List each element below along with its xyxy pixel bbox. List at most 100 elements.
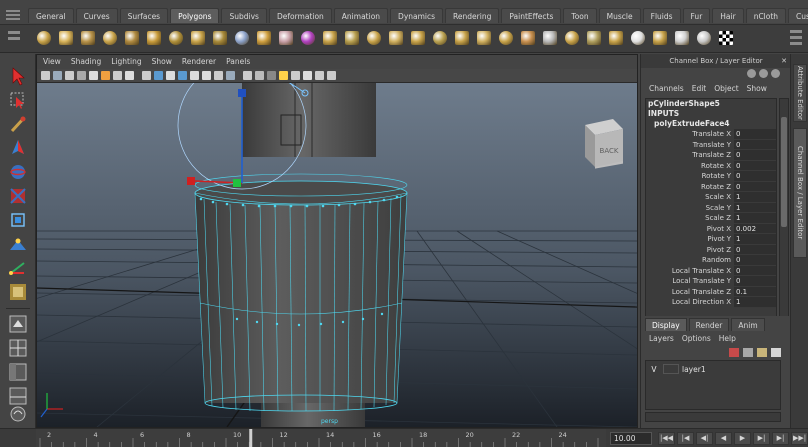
grease-pencil-icon[interactable]	[101, 71, 110, 80]
channel-value-field[interactable]: 0	[734, 160, 776, 171]
cone-icon[interactable]	[100, 28, 120, 48]
separate-icon[interactable]	[254, 28, 274, 48]
average-vertices-icon[interactable]	[342, 28, 362, 48]
channel-row[interactable]: Local Translate Z 0.1	[646, 286, 776, 298]
step-back-key-button[interactable]: |◀	[677, 432, 694, 445]
channel-value-field[interactable]: 1	[734, 297, 776, 308]
channel-label[interactable]: Local Translate Z	[646, 287, 734, 298]
channel-row[interactable]: Rotate Y0	[646, 171, 776, 182]
single-perspective-layout-icon[interactable]	[8, 314, 28, 334]
channel-row[interactable]: Local Translate Y0	[646, 276, 776, 287]
offset-edge-loop-icon[interactable]	[584, 28, 604, 48]
boolean-icon[interactable]	[320, 28, 340, 48]
panel-menu-show[interactable]: Show	[152, 55, 172, 69]
shelf-grip-icon[interactable]	[6, 8, 20, 22]
safe-action-icon[interactable]	[178, 71, 187, 80]
channel-label[interactable]: Pivot Y	[646, 234, 734, 245]
channel-row[interactable]: Translate Z0	[646, 150, 776, 161]
time-ruler[interactable]: 2 4 6 8 10 12 14 16 18 20 22 24	[36, 429, 606, 447]
channel-label[interactable]: Rotate X	[646, 161, 734, 172]
shelf-tab-dynamics[interactable]: Dynamics	[390, 8, 444, 23]
layer-tab-anim[interactable]: Anim	[731, 318, 765, 331]
shelf-tab-polygons[interactable]: Polygons	[170, 8, 220, 23]
view-cube[interactable]: BACK	[585, 119, 623, 169]
extract-icon[interactable]	[276, 28, 296, 48]
layer-move-down-icon[interactable]	[743, 348, 753, 357]
channel-row[interactable]: Pivot Z0	[646, 244, 776, 256]
panel-menu-panels[interactable]: Panels	[226, 55, 250, 69]
isolate-select-icon[interactable]	[291, 71, 300, 80]
cylinder-icon[interactable]	[78, 28, 98, 48]
shelf-options-icon[interactable]	[8, 31, 20, 47]
channel-value-field[interactable]: 1	[734, 234, 776, 245]
layer-row[interactable]: Vlayer1	[648, 363, 778, 375]
show-manipulator-icon[interactable]	[8, 258, 28, 278]
channel-row[interactable]: Random 0	[646, 255, 776, 266]
play-forward-button[interactable]: ▶	[734, 432, 751, 445]
image-plane-icon[interactable]	[77, 71, 86, 80]
channel-value-field[interactable]: 0	[734, 129, 776, 140]
smooth-icon[interactable]	[298, 28, 318, 48]
channel-label[interactable]: Rotate Y	[646, 171, 734, 182]
settings-icon[interactable]	[759, 69, 768, 78]
channel-menu-edit[interactable]: Edit	[692, 84, 707, 93]
channel-row[interactable]: Translate X0	[646, 129, 776, 140]
plane-icon[interactable]	[122, 28, 142, 48]
shelf-tab-fluids[interactable]: Fluids	[642, 8, 681, 23]
camera-attributes-icon[interactable]	[53, 71, 62, 80]
shelf-tab-deformation[interactable]: Deformation	[268, 8, 332, 23]
shelf-tab-custom[interactable]: Custom	[788, 8, 808, 23]
insert-edge-loop-icon[interactable]	[562, 28, 582, 48]
combine-icon[interactable]	[232, 28, 252, 48]
universal-manipulator-icon[interactable]	[8, 210, 28, 230]
last-used-tool-icon[interactable]	[8, 282, 28, 302]
shadows-icon[interactable]	[267, 71, 276, 80]
close-icon[interactable]: ✕	[781, 54, 787, 68]
channel-value-field[interactable]: 0	[734, 276, 776, 287]
new-layer-selected-icon[interactable]	[771, 348, 781, 357]
channel-box-tab[interactable]: Channel Box / Layer Editor	[793, 128, 807, 258]
soften-edge-icon[interactable]	[628, 28, 648, 48]
extrude-icon[interactable]	[452, 28, 472, 48]
time-slider[interactable]: 2 4 6 8 10 12 14 16 18 20 22 24 10.00 |◀◀ |◀ ◀| ◀ ▶ ▶| ▶|…	[0, 428, 808, 447]
channel-label[interactable]: Pivot Z	[646, 245, 734, 256]
channel-label[interactable]: Local Translate X	[646, 266, 734, 277]
textured-icon[interactable]	[243, 71, 252, 80]
channel-row[interactable]: Rotate Z0	[646, 181, 776, 193]
channel-value-field[interactable]: 0	[734, 171, 776, 182]
shelf-tab-ncloth[interactable]: nCloth	[745, 8, 787, 23]
channel-label[interactable]: Pivot X	[646, 224, 734, 235]
history-node-name[interactable]: polyExtrudeFace4	[646, 119, 776, 129]
shelf-tab-curves[interactable]: Curves	[75, 8, 118, 23]
current-time-field[interactable]: 10.00	[610, 432, 652, 445]
channel-row[interactable]: Scale Z1	[646, 213, 776, 224]
resolution-gate-icon[interactable]	[142, 71, 151, 80]
split-polygon-icon[interactable]	[540, 28, 560, 48]
append-polygon-icon[interactable]	[496, 28, 516, 48]
persp-outliner-layout-icon[interactable]	[8, 362, 28, 382]
shelf-menu-icon[interactable]	[790, 30, 802, 48]
channel-row[interactable]: Scale X1	[646, 192, 776, 203]
layer-color-swatch[interactable]	[663, 364, 679, 374]
planar-mapping-icon[interactable]	[694, 28, 714, 48]
cut-faces-icon[interactable]	[518, 28, 538, 48]
move-tool-icon[interactable]	[8, 138, 28, 158]
channel-row[interactable]: Translate Y0	[646, 139, 776, 150]
film-gate-icon[interactable]	[125, 71, 134, 80]
paint-select-tool-icon[interactable]	[8, 114, 28, 134]
cube-icon[interactable]	[56, 28, 76, 48]
layer-tab-display[interactable]: Display	[645, 318, 687, 331]
channel-value-field[interactable]: 0.002	[734, 223, 776, 234]
layer-list-scrollbar[interactable]	[645, 412, 781, 422]
layer-menu-options[interactable]: Options	[682, 334, 711, 343]
bookmark-icon[interactable]	[65, 71, 74, 80]
channel-label[interactable]: Rotate Z	[646, 182, 734, 193]
layer-name[interactable]: layer1	[682, 365, 706, 374]
channel-menu-show[interactable]: Show	[747, 84, 767, 93]
shelf-tab-muscle[interactable]: Muscle	[598, 8, 641, 23]
use-lights-icon[interactable]	[255, 71, 264, 80]
lasso-tool-icon[interactable]	[8, 90, 28, 110]
new-layer-icon[interactable]	[757, 348, 767, 357]
channel-label[interactable]: Scale X	[646, 192, 734, 203]
keyframe-icon[interactable]	[747, 69, 756, 78]
